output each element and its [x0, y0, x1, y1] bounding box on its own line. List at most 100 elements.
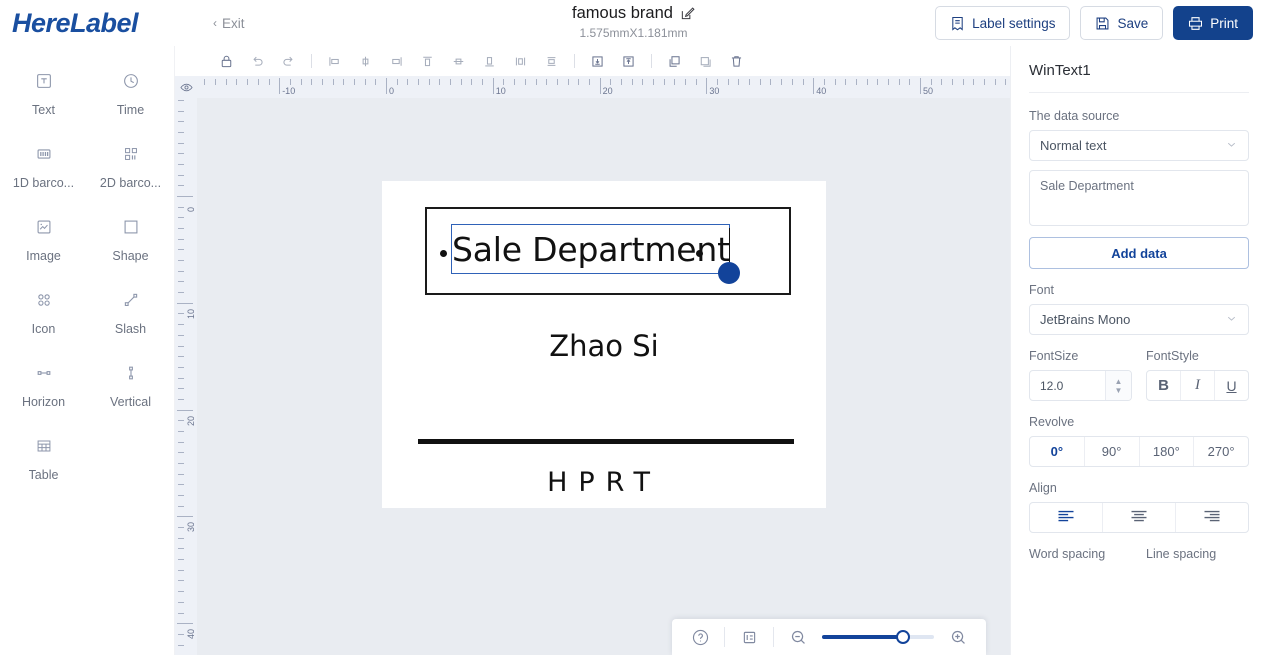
tool-slash[interactable]: Slash [87, 283, 174, 342]
label-element-name[interactable]: Zhao Si [382, 329, 826, 363]
undo-icon[interactable] [242, 48, 273, 74]
horizontal-line-icon [33, 362, 55, 384]
tool-shape[interactable]: Shape [87, 210, 174, 269]
slider-knob[interactable] [895, 630, 910, 644]
grid-dots-icon [33, 289, 55, 311]
fit-width-icon[interactable] [735, 623, 763, 651]
line-spacing-group: Line spacing [1146, 547, 1249, 568]
label-element-line[interactable] [418, 439, 794, 444]
revolve-group: Revolve 0° 90° 180° 270° [1029, 415, 1249, 467]
tool-icon[interactable]: Icon [0, 283, 87, 342]
tool-label: Time [116, 103, 145, 117]
revolve-option-180[interactable]: 180° [1138, 437, 1194, 466]
tool-image[interactable]: Image [0, 210, 87, 269]
align-segmented [1029, 502, 1249, 533]
font-size-value: 12.0 [1040, 378, 1064, 393]
align-center-button[interactable] [1102, 503, 1175, 532]
ruler-label: 20 [602, 86, 613, 96]
canvas-wrapper: -10 0 10 20 30 40 50 0 10 20 30 40 Sale Department [175, 76, 1010, 655]
header-actions: Label settings Save Print [935, 6, 1267, 40]
label-sheet[interactable]: Sale Department Zhao Si HPRT [382, 181, 826, 508]
bring-to-front-icon[interactable] [613, 48, 644, 74]
tool-label: Shape [112, 249, 149, 263]
revolve-label: Revolve [1029, 415, 1075, 429]
label-element-footer[interactable]: HPRT [382, 467, 826, 498]
bold-button[interactable]: B [1147, 371, 1180, 400]
tool-1d-barcode[interactable]: 1D barco... [0, 137, 87, 196]
revolve-option-270[interactable]: 270° [1193, 437, 1248, 466]
line-spacing-label: Line spacing [1146, 547, 1217, 561]
align-label: Align [1029, 481, 1057, 495]
tool-2d-barcode[interactable]: 2D barco... [87, 137, 174, 196]
tool-horizon[interactable]: Horizon [0, 356, 87, 415]
image-icon [33, 216, 55, 238]
paste-icon[interactable] [690, 48, 721, 74]
font-select[interactable]: JetBrains Mono [1029, 304, 1249, 335]
font-size-label: FontSize [1029, 349, 1079, 363]
zoom-out-icon[interactable] [784, 623, 812, 651]
tool-vertical[interactable]: Vertical [87, 356, 174, 415]
save-button[interactable]: Save [1080, 6, 1164, 40]
square-icon [120, 216, 142, 238]
revolve-option-0[interactable]: 0° [1030, 437, 1084, 466]
align-left-icon[interactable] [319, 48, 350, 74]
italic-button[interactable]: I [1180, 371, 1214, 400]
distribute-horizontal-icon[interactable] [505, 48, 536, 74]
tool-label: Icon [31, 322, 56, 336]
align-right-icon[interactable] [381, 48, 412, 74]
vertical-line-icon [120, 362, 142, 384]
zoom-toolbar [672, 619, 986, 655]
tool-palette: Text Time 1D barco... 2D barco... Image … [0, 46, 175, 655]
stepper-up-icon[interactable]: ▲ [1115, 377, 1123, 386]
delete-icon[interactable] [721, 48, 752, 74]
app-logo: HereLabel [12, 7, 139, 38]
underline-button[interactable]: U [1214, 371, 1248, 400]
separator-2 [574, 54, 575, 68]
distribute-vertical-icon[interactable] [536, 48, 567, 74]
eye-icon[interactable] [175, 76, 197, 98]
data-source-select[interactable]: Normal text [1029, 130, 1249, 161]
canvas[interactable]: Sale Department Zhao Si HPRT [197, 98, 1010, 655]
tool-label: 2D barco... [99, 176, 162, 190]
add-data-button[interactable]: Add data [1029, 237, 1249, 269]
align-bottom-icon[interactable] [474, 48, 505, 74]
help-circle-icon[interactable] [686, 623, 714, 651]
ruler-label: 40 [816, 86, 827, 96]
zoom-in-icon[interactable] [944, 623, 972, 651]
zoom-slider[interactable] [822, 629, 934, 645]
font-size-stepper[interactable]: 12.0 ▲ ▼ [1029, 370, 1132, 401]
edit-square-icon[interactable] [680, 6, 695, 21]
redo-icon[interactable] [273, 48, 304, 74]
exit-button[interactable]: ‹ Exit [213, 16, 245, 31]
align-center-horizontal-icon[interactable] [350, 48, 381, 74]
stepper-arrows[interactable]: ▲ ▼ [1105, 371, 1131, 400]
revolve-option-90[interactable]: 90° [1083, 437, 1139, 466]
copy-icon[interactable] [659, 48, 690, 74]
align-middle-vertical-icon[interactable] [443, 48, 474, 74]
data-source-label: The data source [1029, 109, 1120, 123]
tool-text[interactable]: Text [0, 64, 87, 123]
resize-handle[interactable] [718, 262, 740, 284]
printer-icon [1188, 16, 1203, 31]
tool-label: Slash [114, 322, 147, 336]
font-group: Font JetBrains Mono [1029, 283, 1249, 335]
send-to-back-icon[interactable] [582, 48, 613, 74]
chevron-left-icon: ‹ [213, 16, 217, 30]
horizontal-ruler[interactable]: -10 0 10 20 30 40 50 [197, 76, 1010, 98]
align-top-icon[interactable] [412, 48, 443, 74]
lock-icon[interactable] [211, 48, 242, 74]
label-element-frame[interactable]: Sale Department [425, 207, 791, 295]
label-settings-button[interactable]: Label settings [935, 6, 1071, 40]
align-left-button[interactable] [1030, 503, 1102, 532]
selected-text-element[interactable]: Sale Department [451, 224, 740, 284]
tool-table[interactable]: Table [0, 429, 87, 488]
clock-icon [120, 70, 142, 92]
print-button[interactable]: Print [1173, 6, 1253, 40]
stepper-down-icon[interactable]: ▼ [1115, 386, 1123, 395]
text-value-input[interactable]: Sale Department [1029, 170, 1249, 226]
align-right-button[interactable] [1175, 503, 1248, 532]
tool-label: 1D barco... [12, 176, 75, 190]
vertical-ruler[interactable]: 0 10 20 30 40 [175, 98, 197, 655]
tool-time[interactable]: Time [87, 64, 174, 123]
tool-label: Text [32, 103, 55, 117]
